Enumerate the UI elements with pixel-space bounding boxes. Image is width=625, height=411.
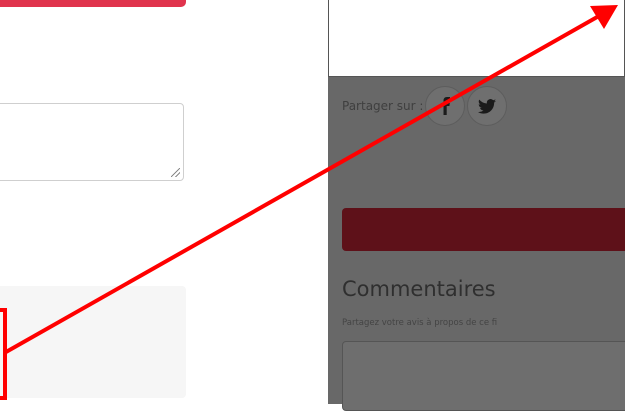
annotation-arrow [5,5,618,354]
